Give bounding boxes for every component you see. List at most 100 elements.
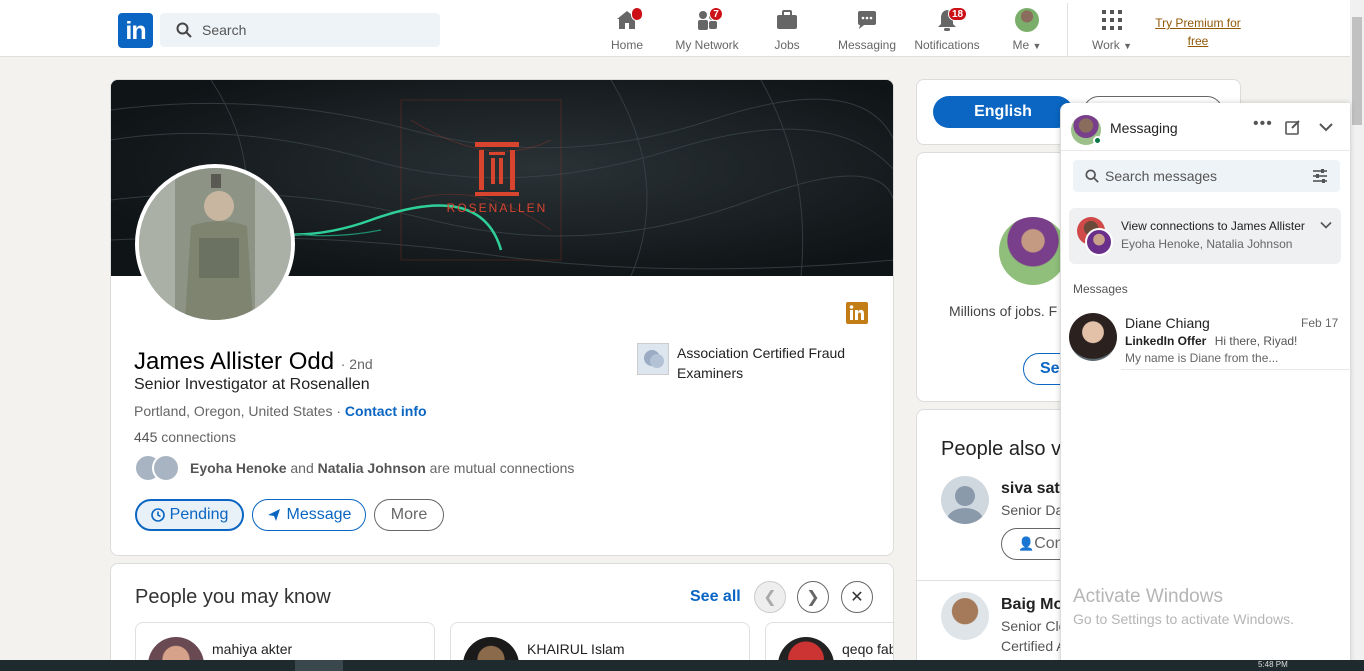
chevron-left-icon: ❮ xyxy=(763,589,777,606)
premium-line1: Try Premium for xyxy=(1155,16,1241,30)
online-status-dot xyxy=(1093,136,1102,145)
pav-title-2b: Certified A xyxy=(1001,638,1066,654)
pav-title-1: Senior Da xyxy=(1001,502,1064,518)
message-label: Message xyxy=(286,506,352,523)
see-all-link[interactable]: See all xyxy=(690,588,741,606)
connections-label: connections xyxy=(157,429,236,445)
next-arrow-button[interactable]: ❯ xyxy=(797,581,829,613)
nav-home[interactable]: Home xyxy=(587,7,667,54)
nav-messaging[interactable]: Messaging xyxy=(827,8,907,54)
scrollbar-thumb[interactable] xyxy=(1352,17,1362,125)
nav-messaging-label: Messaging xyxy=(837,38,897,52)
conversation-tag: LinkedIn Offer xyxy=(1125,334,1207,348)
banner-company-text: ROSENALLEN xyxy=(447,201,548,215)
briefcase-icon xyxy=(777,10,797,29)
pav-name-1[interactable]: siva saty xyxy=(1001,480,1069,498)
chevron-right-icon: ❯ xyxy=(806,589,820,606)
conversation-preview-2: My name is Diane from the... xyxy=(1125,351,1279,365)
view-connections-title: View connections to James Allister xyxy=(1121,219,1305,233)
mutual-connections[interactable]: Eyoha Henoke and Natalia Johnson are mut… xyxy=(134,454,574,482)
person-name: qeqo fab xyxy=(842,641,894,657)
nav-me[interactable]: Me ▼ xyxy=(987,8,1067,54)
connections-count[interactable]: 445 connections xyxy=(134,429,236,445)
contact-info-link[interactable]: Contact info xyxy=(345,403,427,419)
network-badge: 7 xyxy=(709,7,723,21)
compose-icon[interactable] xyxy=(1285,119,1301,135)
profile-photo[interactable] xyxy=(135,164,295,324)
nav-divider xyxy=(1067,3,1068,57)
pav-name-2[interactable]: Baig Mo xyxy=(1001,596,1063,614)
view-connections-names: Eyoha Henoke, Natalia Johnson xyxy=(1121,237,1293,251)
me-avatar xyxy=(1015,8,1039,32)
global-nav: in Search Home 7 My Network Jobs Messagi… xyxy=(0,0,1350,57)
more-button[interactable]: More xyxy=(374,499,444,531)
profile-headline: Senior Investigator at Rosenallen xyxy=(134,376,370,393)
chevron-down-icon[interactable] xyxy=(1319,220,1333,230)
home-dot-badge xyxy=(631,7,643,21)
school-logo xyxy=(637,343,669,375)
profile-card: ROSENALLEN James Allister Odd · 2nd Seni… xyxy=(110,79,894,556)
nav-work-label: Work xyxy=(1091,38,1120,52)
mutual-avatar-2 xyxy=(152,454,180,482)
nav-notifications-label: Notifications xyxy=(914,38,980,52)
pav-title-2: Senior Clo xyxy=(1001,618,1067,634)
nav-jobs[interactable]: Jobs xyxy=(747,8,827,54)
messages-section-label: Messages xyxy=(1073,282,1128,296)
notifications-badge: 18 xyxy=(948,7,968,21)
nav-notifications[interactable]: 18 Notifications xyxy=(907,7,987,54)
pending-button[interactable]: Pending xyxy=(135,499,244,531)
send-icon xyxy=(267,509,280,521)
pending-label: Pending xyxy=(169,506,229,523)
chat-bubble-icon xyxy=(858,11,876,29)
premium-line2: free xyxy=(1187,34,1209,48)
nav-my-network[interactable]: 7 My Network xyxy=(667,7,747,54)
conversation-item[interactable]: Diane Chiang Feb 17 LinkedIn Offer Hi th… xyxy=(1061,305,1351,370)
more-label: More xyxy=(390,506,428,523)
close-icon: ✕ xyxy=(850,589,864,606)
mutual-name-2: Natalia Johnson xyxy=(317,460,426,476)
person-name: mahiya akter xyxy=(212,641,293,657)
profile-name-text: James Allister Odd xyxy=(134,348,335,375)
school-name: Association Certified Fraud Examiners xyxy=(677,345,846,381)
search-messages-placeholder: Search messages xyxy=(1105,168,1218,184)
messaging-header[interactable]: Messaging ••• xyxy=(1061,103,1351,151)
ad-avatar xyxy=(999,217,1067,285)
conversation-avatar xyxy=(1069,313,1117,361)
dismiss-button[interactable]: ✕ xyxy=(841,581,873,613)
watermark-line-1: Activate Windows xyxy=(1073,586,1223,607)
profile-education[interactable]: Association Certified Fraud Examiners xyxy=(637,343,867,383)
message-button[interactable]: Message xyxy=(252,499,366,531)
nav-my-network-label: My Network xyxy=(675,38,739,52)
profile-location-row: Portland, Oregon, United States · Contac… xyxy=(134,403,427,419)
mutual-suffix: are mutual connections xyxy=(425,460,575,476)
view-connections-banner[interactable]: View connections to James Allister Eyoha… xyxy=(1069,208,1341,264)
clock-icon xyxy=(150,508,165,522)
people-also-viewed-title: People also vi xyxy=(941,438,1066,460)
mutual-name-1: Eyoha Henoke xyxy=(190,460,287,476)
pav-avatar-2[interactable] xyxy=(941,592,989,640)
linkedin-logo[interactable]: in xyxy=(118,13,153,48)
grid-apps-icon xyxy=(1102,10,1122,30)
nav-me-label: Me xyxy=(1012,38,1030,52)
taskbar-active-app[interactable] xyxy=(295,660,343,671)
try-premium-link[interactable]: Try Premium for free xyxy=(1146,14,1250,50)
page-scrollbar[interactable] xyxy=(1350,0,1364,671)
search-messages-input[interactable]: Search messages xyxy=(1073,160,1340,192)
caret-down-icon: ▼ xyxy=(1123,41,1133,51)
caret-down-icon: ▼ xyxy=(1032,41,1042,51)
profile-photo-graphic xyxy=(139,168,291,320)
add-person-icon: 👤 xyxy=(1018,536,1035,551)
more-options-icon[interactable]: ••• xyxy=(1253,115,1273,133)
linkedin-premium-icon xyxy=(846,302,868,324)
nav-work[interactable]: Work ▼ xyxy=(1072,8,1152,54)
search-bar[interactable]: Search xyxy=(160,13,440,47)
nav-home-label: Home xyxy=(610,38,643,52)
watermark-line-2: Go to Settings to activate Windows. xyxy=(1073,611,1294,627)
english-button[interactable]: English xyxy=(933,96,1073,128)
filter-icon[interactable] xyxy=(1312,169,1328,183)
pav-avatar-1[interactable] xyxy=(941,476,989,524)
chevron-down-icon[interactable] xyxy=(1318,121,1334,133)
ad-text: Millions of jobs. F xyxy=(949,303,1058,319)
prev-arrow-button[interactable]: ❮ xyxy=(754,581,786,613)
people-you-may-know-card: People you may know See all ❮ ❯ ✕ mahiya… xyxy=(110,563,894,671)
